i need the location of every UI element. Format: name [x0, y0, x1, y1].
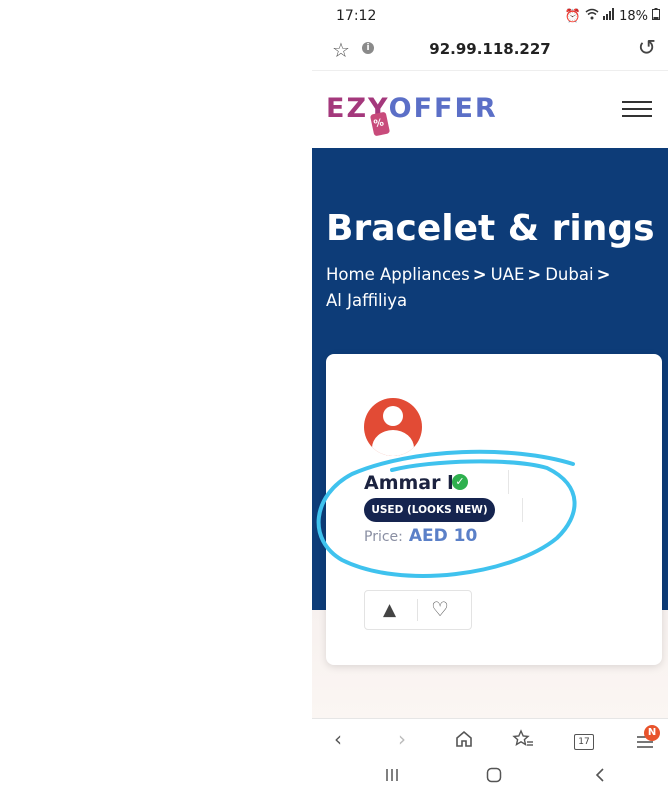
reload-icon[interactable]: ↺ — [638, 36, 656, 61]
price-row: Price: AED 10 — [364, 526, 477, 546]
breadcrumb-item-uae[interactable]: UAE — [491, 265, 525, 284]
android-nav-bar — [312, 762, 668, 793]
divider — [417, 599, 418, 621]
action-buttons: ▲ ♡ — [364, 590, 472, 630]
notification-badge: N — [644, 725, 660, 741]
home-icon[interactable] — [454, 729, 474, 754]
breadcrumb-item-dubai[interactable]: Dubai — [545, 265, 593, 284]
breadcrumb-item-al-jaffiliya[interactable]: Al Jaffiliya — [326, 291, 407, 310]
breadcrumb-item-home-appliances[interactable]: Home Appliances — [326, 265, 470, 284]
heart-outline-icon[interactable]: ♡ — [431, 597, 449, 621]
seller-card: Ammar l ✓ USED (LOOKS NEW) Price: AED 10 … — [326, 354, 662, 665]
phone-screen: 17:12 ⏰ 18% ☆ i 92.99.118.227 ↺ EZYOFFER… — [312, 0, 668, 793]
back-nav-icon[interactable] — [592, 766, 608, 788]
condition-badge: USED (LOOKS NEW) — [364, 498, 495, 522]
browser-toolbar: ‹ › 17 N — [312, 718, 668, 763]
page-title: Bracelet & rings — [326, 208, 655, 249]
recent-apps-icon[interactable] — [384, 766, 400, 788]
url-text[interactable]: 92.99.118.227 — [312, 40, 668, 58]
breadcrumb-separator: > — [472, 265, 487, 284]
status-icons: ⏰ 18% — [565, 8, 660, 24]
bookmarks-icon[interactable] — [512, 729, 534, 754]
breadcrumb: Home Appliances > UAE > Dubai > Al Jaffiliya — [326, 262, 626, 314]
address-bar[interactable]: ☆ i 92.99.118.227 ↺ — [312, 32, 668, 71]
price-value: AED 10 — [408, 526, 478, 546]
breadcrumb-separator: > — [527, 265, 542, 284]
site-logo[interactable]: EZYOFFER % — [326, 93, 498, 137]
logo-text-part2: OFFER — [388, 93, 498, 124]
battery-icon — [652, 8, 660, 24]
tabs-icon[interactable]: 17 — [574, 734, 594, 750]
back-icon[interactable]: ‹ — [334, 727, 342, 751]
battery-percent: 18% — [619, 8, 648, 24]
alarm-icon: ⏰ — [564, 8, 582, 24]
price-label: Price: — [364, 529, 403, 545]
divider — [522, 498, 523, 522]
home-nav-icon[interactable] — [486, 766, 502, 788]
wifi-icon — [585, 8, 599, 24]
breadcrumb-separator: > — [596, 265, 611, 284]
signal-icon — [603, 8, 615, 24]
site-header: EZYOFFER % — [312, 71, 668, 148]
avatar[interactable] — [364, 398, 422, 456]
hamburger-menu-icon[interactable] — [622, 101, 652, 117]
seller-name[interactable]: Ammar l — [364, 472, 454, 494]
divider — [508, 470, 509, 494]
warning-icon[interactable]: ▲ — [383, 600, 396, 620]
verified-check-icon: ✓ — [452, 474, 468, 490]
status-time: 17:12 — [336, 8, 377, 24]
forward-icon[interactable]: › — [398, 727, 406, 751]
status-bar: 17:12 ⏰ 18% — [312, 0, 668, 32]
